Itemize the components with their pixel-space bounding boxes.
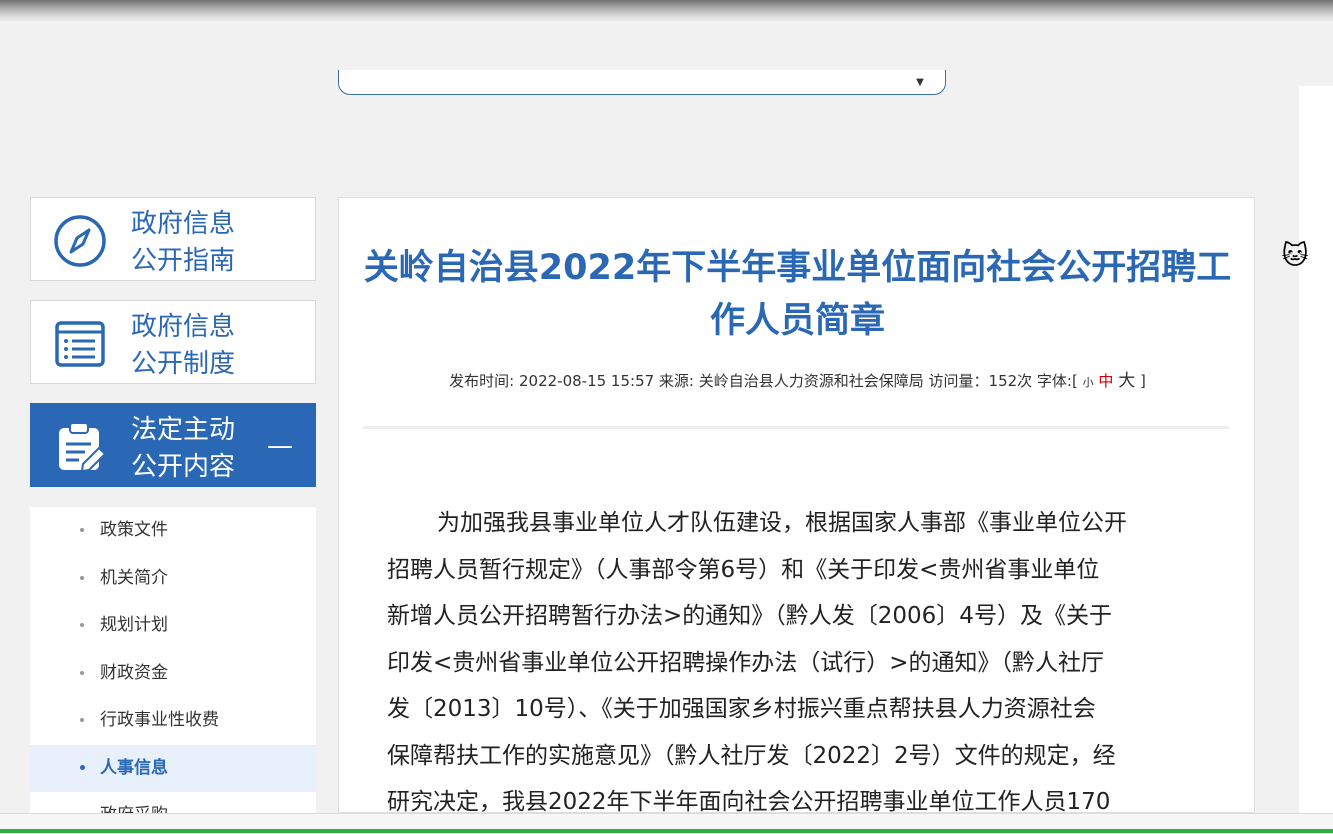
- search-input[interactable]: ▼: [338, 70, 946, 95]
- bullet-icon: [80, 528, 84, 532]
- sidebar-item-label: 机关简介: [100, 567, 168, 588]
- meta-suffix: ]: [1139, 372, 1146, 390]
- browser-top-shadow: [0, 0, 1333, 22]
- sidebar-item-procurement[interactable]: 政府采购: [30, 792, 316, 813]
- sidebar-card-label: 政府信息 公开制度: [131, 312, 236, 379]
- progress-strip: [0, 829, 1333, 833]
- body-line: 招聘人员暂行规定》（人事部令第6号）和《关于印发<贵州省事业单位: [387, 556, 1100, 583]
- font-size-large-button[interactable]: 大: [1118, 371, 1135, 391]
- sidebar-item-agency-profile[interactable]: 机关简介: [30, 555, 316, 603]
- bullet-icon: [80, 670, 84, 675]
- sidebar-card-label: 法定主动 公开内容: [131, 415, 236, 482]
- bullet-icon: [80, 764, 85, 770]
- bullet-icon: [80, 623, 84, 627]
- sidebar-item-label: 行政事业性收费: [100, 710, 219, 730]
- sidebar-item-label: 政策文件: [100, 520, 168, 540]
- sidebar-item-admin-fees[interactable]: 行政事业性收费: [30, 697, 316, 745]
- body-line: 研究决定，我县2022年下半年面向社会公开招聘事业单位工作人员170: [387, 789, 1111, 813]
- article-body: 为加强我县事业单位人才队伍建设，根据国家人事部《事业单位公开 招聘人员暂行规定》…: [387, 500, 1195, 813]
- divider: [363, 426, 1229, 429]
- font-size-medium-button[interactable]: 中: [1098, 372, 1113, 390]
- sidebar-card-label: 政府信息 公开指南: [131, 209, 236, 276]
- body-line: 新增人员公开招聘暂行办法>的通知》（黔人发〔2006〕4号）及《关于: [387, 603, 1112, 629]
- body-line: 保障帮扶工作的实施意见》（黔人社厅发〔2022〕2号）文件的规定，经: [387, 742, 1116, 769]
- sidebar-item-finance[interactable]: 财政资金: [30, 650, 316, 698]
- sidebar-sub-list: 政策文件 机关简介 规划计划 财政资金 行政事业性收费 人事信息 政府采购: [30, 507, 316, 813]
- sidebar-item-personnel[interactable]: 人事信息: [30, 744, 316, 792]
- list-document-icon: [55, 321, 105, 367]
- sidebar-card-mandatory-disclosure[interactable]: 法定主动 公开内容 —: [30, 403, 316, 487]
- sidebar-card-guide[interactable]: 政府信息 公开指南: [30, 197, 316, 281]
- article-title: 关岭自治县2022年下半年事业单位面向社会公开招聘工作人员简章: [363, 248, 1232, 341]
- collapse-button[interactable]: —: [267, 433, 293, 459]
- search-icon[interactable]: ▼: [913, 78, 927, 88]
- sidebar-card-system[interactable]: 政府信息 公开制度: [30, 300, 316, 384]
- right-panel: [1299, 86, 1333, 813]
- sidebar-item-policy-documents[interactable]: 政策文件: [30, 507, 316, 555]
- font-size-small-button[interactable]: 小: [1083, 376, 1094, 389]
- sidebar-item-label: 规划计划: [100, 615, 168, 635]
- article-panel: 关岭自治县2022年下半年事业单位面向社会公开招聘工作人员简章 发布时间: 20…: [338, 197, 1255, 813]
- cat-face-icon[interactable]: 🐱: [1279, 240, 1311, 272]
- body-line: 印发<贵州省事业单位公开招聘操作办法（试行）>的通知》（黔人社厅: [387, 649, 1105, 676]
- compass-icon: [54, 215, 106, 267]
- article-meta: 发布时间: 2022-08-15 15:57 来源: 关岭自治县人力资源和社会保…: [339, 366, 1254, 391]
- bullet-icon: [80, 575, 84, 580]
- sidebar-item-label: 财政资金: [100, 662, 168, 683]
- body-line: 为加强我县事业单位人才队伍建设，根据国家人事部《事业单位公开: [437, 510, 1127, 536]
- sidebar-item-label: 政府采购: [100, 805, 168, 813]
- meta-info: 发布时间: 2022-08-15 15:57 来源: 关岭自治县人力资源和社会保…: [449, 372, 1078, 390]
- body-line: 发〔2013〕10号）、《关于加强国家乡村振兴重点帮扶县人力资源社会: [387, 696, 1096, 722]
- clipboard-edit-icon: [59, 422, 107, 473]
- bullet-icon: [80, 718, 84, 722]
- sidebar-item-label: 人事信息: [100, 757, 168, 778]
- sidebar-item-plans[interactable]: 规划计划: [30, 602, 316, 650]
